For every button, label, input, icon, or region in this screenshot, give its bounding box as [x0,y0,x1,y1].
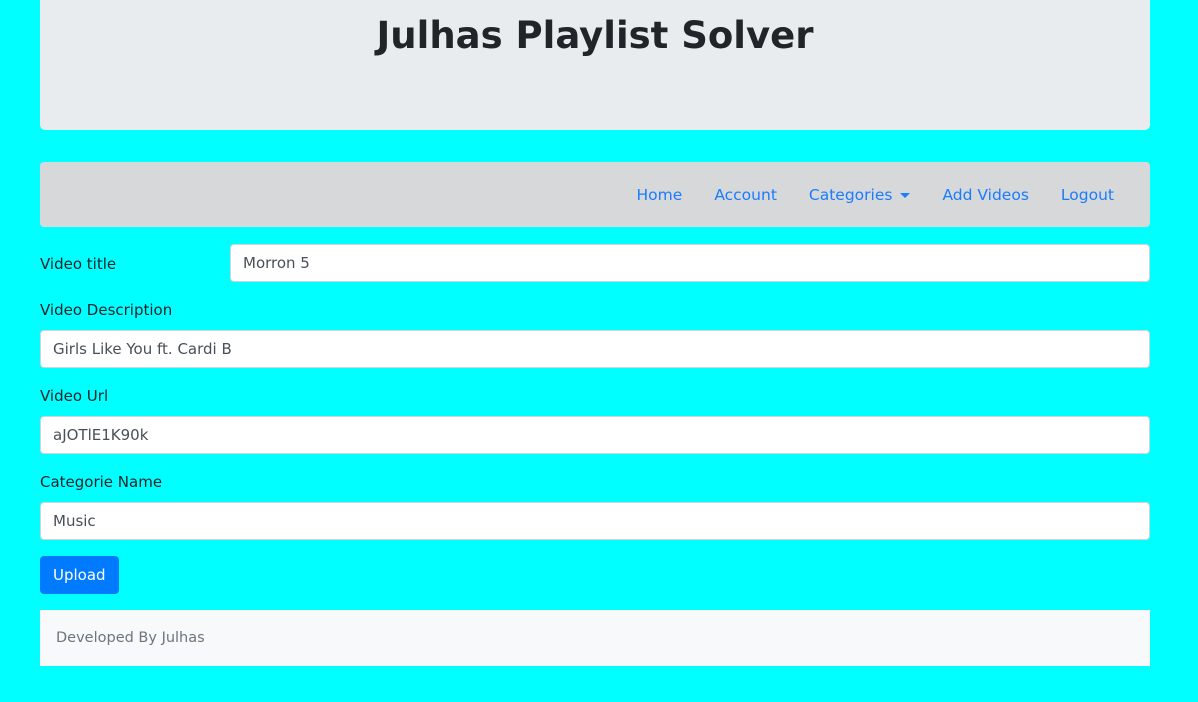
nav-home[interactable]: Home [621,186,699,204]
video-title-input[interactable] [230,244,1150,282]
video-title-label: Video title [40,255,117,273]
video-description-input[interactable] [40,330,1150,368]
page-title: Julhas Playlist Solver [376,14,814,57]
video-url-label: Video Url [40,387,109,405]
nav-categories[interactable]: Categories [793,186,927,204]
video-description-label: Video Description [40,301,173,319]
footer-text: Developed By Julhas [56,630,205,646]
navbar: Home Account Categories Add Videos Logou… [40,162,1150,227]
caret-down-icon [900,192,911,198]
nav-categories-label: Categories [808,185,893,204]
video-url-input[interactable] [40,416,1150,454]
nav-logout[interactable]: Logout [1045,186,1130,204]
nav-add-videos[interactable]: Add Videos [926,186,1044,204]
upload-button[interactable]: Upload [40,556,119,594]
category-name-input[interactable] [40,502,1150,540]
nav-account[interactable]: Account [698,186,793,204]
category-name-label: Categorie Name [40,473,163,491]
footer: Developed By Julhas [40,610,1150,666]
header: Julhas Playlist Solver [40,0,1150,130]
